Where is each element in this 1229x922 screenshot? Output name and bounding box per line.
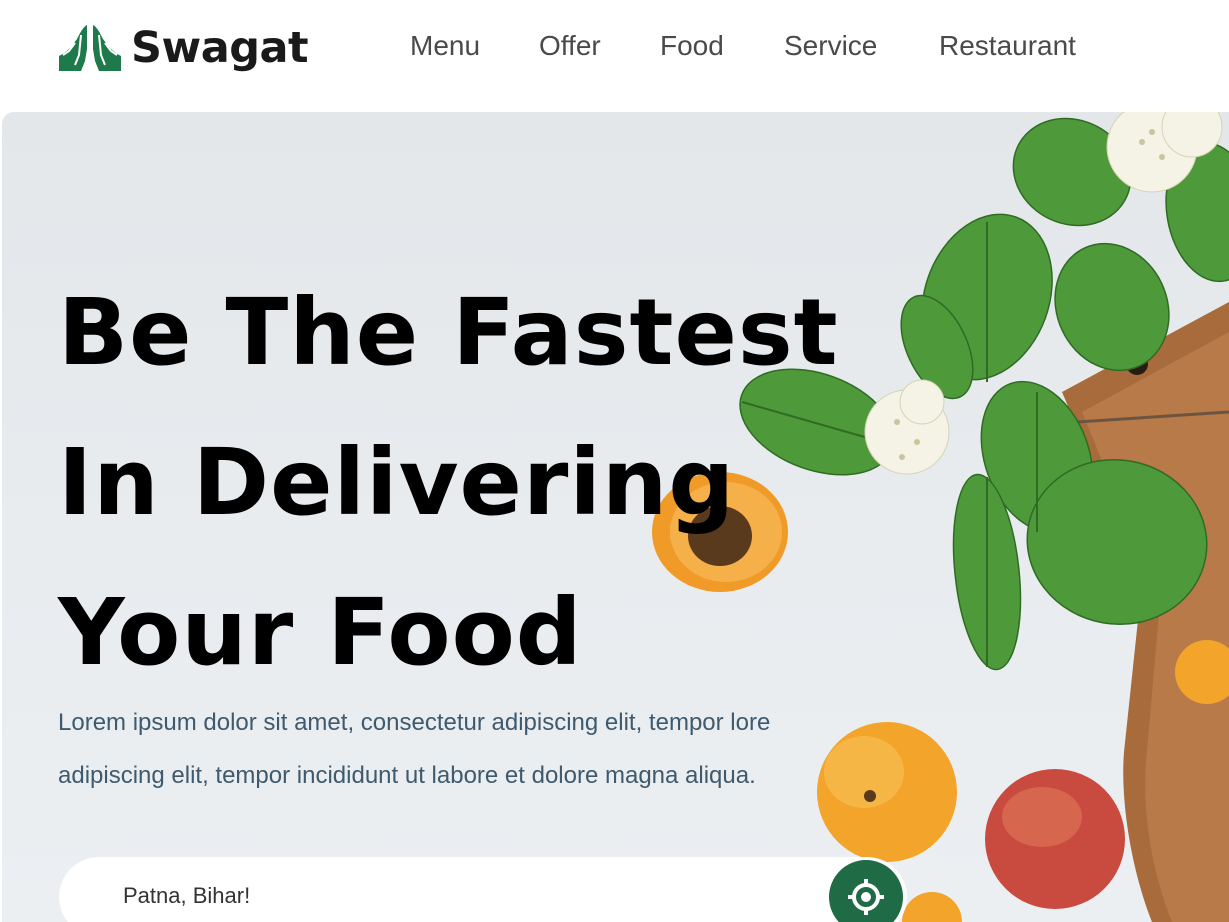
nav-item-restaurant[interactable]: Restaurant: [939, 28, 1076, 64]
main-nav: Menu Offer Food Service Restaurant: [0, 28, 1229, 64]
crosshair-icon: [848, 879, 884, 915]
headline-line-2: In Delivering: [58, 429, 736, 536]
location-search-bar: [59, 857, 907, 922]
hero-section: Be The Fastest In Delivering Your Food L…: [2, 112, 1229, 922]
hero-description: Lorem ipsum dolor sit amet, consectetur …: [58, 709, 771, 789]
hero-headline: Be The Fastest In Delivering Your Food: [58, 258, 839, 708]
site-header: Swagat Menu Offer Food Service Restauran…: [0, 0, 1229, 112]
locate-button[interactable]: [829, 860, 903, 922]
headline-line-3: Your Food: [58, 579, 583, 686]
nav-item-food[interactable]: Food: [660, 28, 724, 64]
nav-item-service[interactable]: Service: [784, 28, 877, 64]
location-input[interactable]: [121, 875, 765, 917]
nav-item-offer[interactable]: Offer: [539, 28, 601, 64]
headline-line-1: Be The Fastest: [58, 279, 839, 386]
nav-item-menu[interactable]: Menu: [410, 28, 480, 64]
